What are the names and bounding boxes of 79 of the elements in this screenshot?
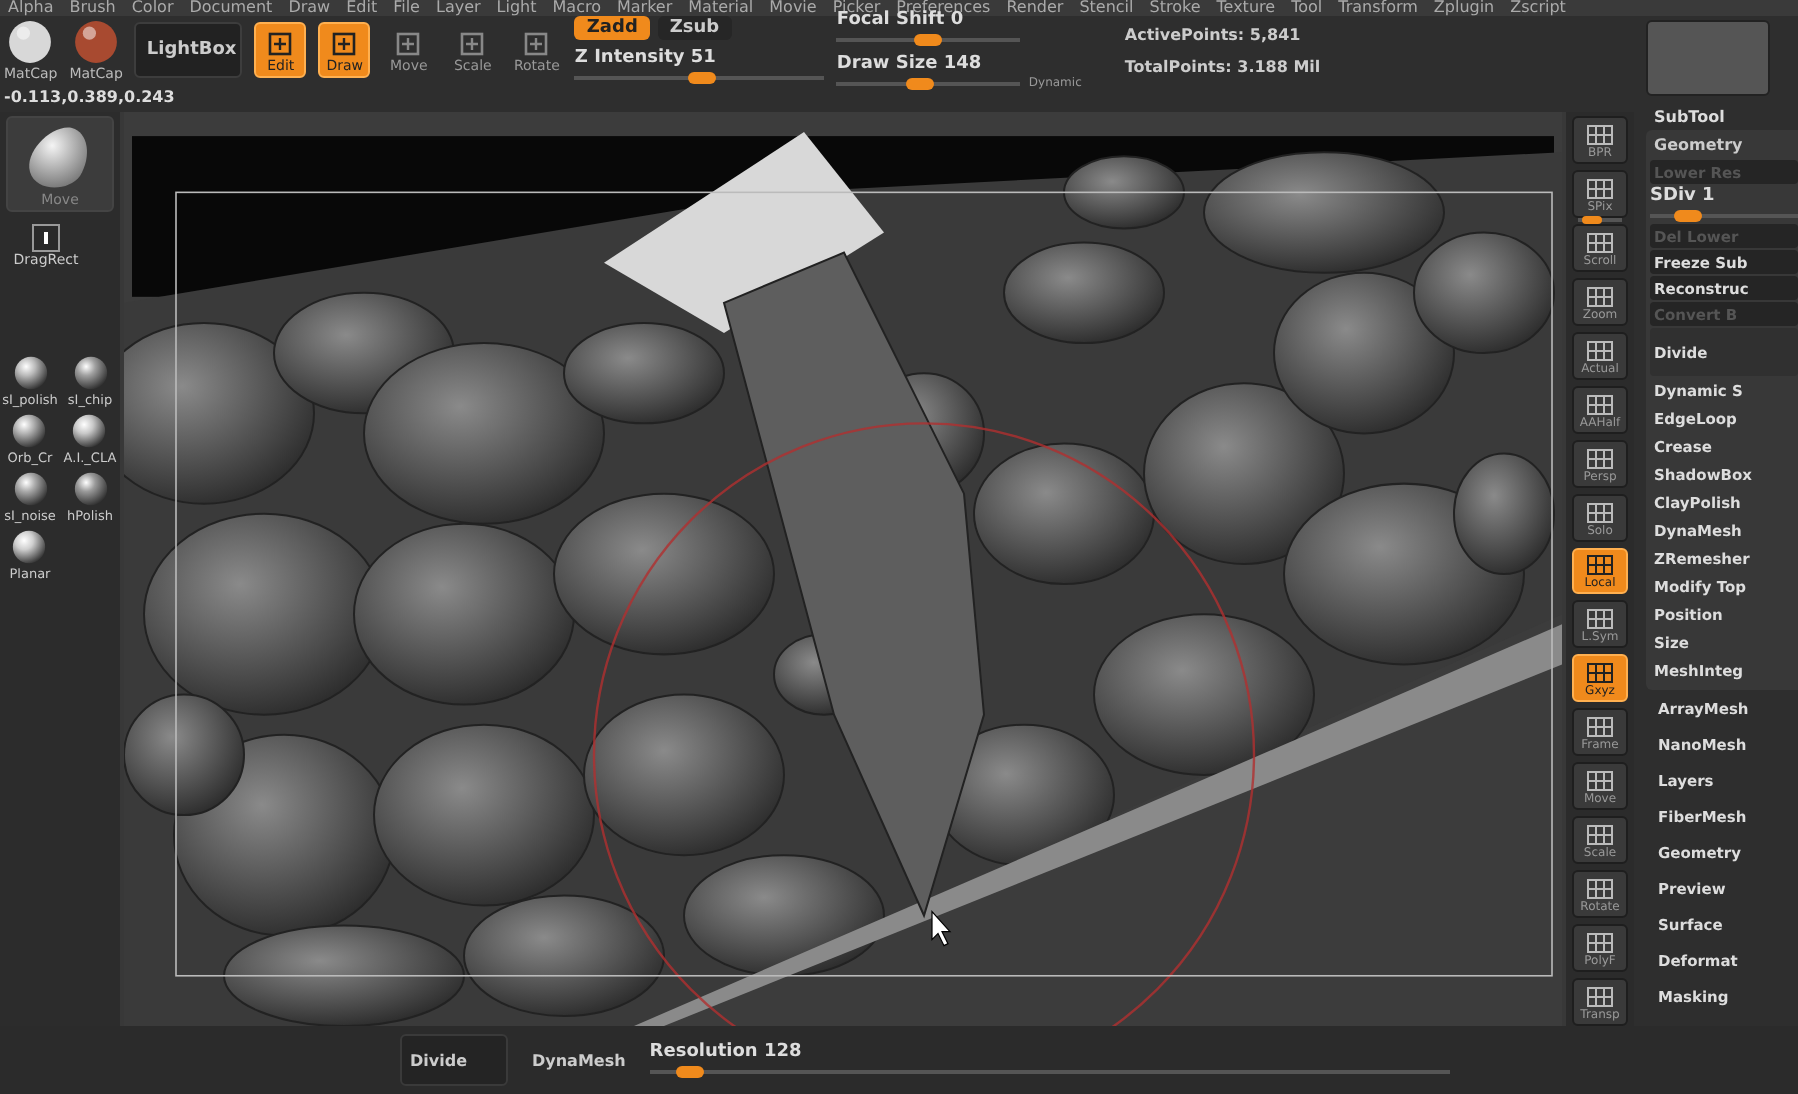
- menu-item[interactable]: Stencil: [1079, 0, 1134, 16]
- menu-item[interactable]: Transform: [1338, 0, 1418, 16]
- material-sphere-icon[interactable]: [13, 472, 47, 506]
- menu-item[interactable]: Render: [1006, 0, 1064, 16]
- menu-item[interactable]: Zscript: [1510, 0, 1566, 16]
- subtool-header[interactable]: SubTool: [1646, 104, 1798, 130]
- total-points-text: TotalPoints: 3.188 Mil: [1124, 57, 1321, 75]
- grid-icon: [1586, 878, 1614, 901]
- menu-item[interactable]: Brush: [69, 0, 116, 16]
- menu-item[interactable]: Stroke: [1149, 0, 1201, 16]
- grid-icon: [1586, 231, 1614, 254]
- material-sphere-icon[interactable]: [13, 356, 47, 390]
- material-sphere-icon[interactable]: [72, 414, 107, 448]
- grid-icon: [1586, 339, 1614, 362]
- grid-icon: [1586, 447, 1614, 470]
- grid-icon: [1586, 554, 1614, 577]
- menu-item[interactable]: Document: [189, 0, 273, 16]
- menu-item[interactable]: Texture: [1216, 0, 1276, 16]
- menu-item[interactable]: Layer: [435, 0, 481, 16]
- slider-handle[interactable]: [1581, 215, 1602, 224]
- slider-handle[interactable]: [914, 34, 943, 46]
- menu-item[interactable]: Alpha: [8, 0, 54, 16]
- menu-item[interactable]: Edit: [346, 0, 378, 16]
- material-sphere-icon[interactable]: [12, 530, 47, 564]
- menu-item[interactable]: File: [393, 0, 420, 16]
- grid-icon: [1586, 716, 1614, 739]
- menu-item[interactable]: Material: [688, 0, 754, 16]
- slider-handle[interactable]: [688, 72, 717, 84]
- slider-handle[interactable]: [905, 78, 934, 90]
- grid-icon: [1586, 985, 1614, 1008]
- slider-label: Focal Shift 0: [836, 10, 964, 30]
- tool-icon: [458, 32, 487, 56]
- lightbox-button[interactable]: LightBox: [134, 22, 243, 78]
- tool-icon: [394, 32, 423, 56]
- menu-item[interactable]: Zplugin: [1433, 0, 1495, 16]
- material-sphere-icon[interactable]: [73, 472, 107, 506]
- subtool-thumbnail[interactable]: [1646, 20, 1770, 96]
- slider-track[interactable]: [1578, 217, 1622, 222]
- grid-icon: [1586, 501, 1614, 523]
- slider-handle[interactable]: [1673, 210, 1701, 222]
- tool-icon: [522, 32, 551, 56]
- grid-icon: [1586, 608, 1614, 631]
- menu-item[interactable]: Marker: [616, 0, 673, 16]
- material-sphere-icon[interactable]: [74, 19, 119, 63]
- active-points-text: ActivePoints: 5,841: [1124, 25, 1303, 43]
- menu-item[interactable]: Picker: [832, 0, 881, 16]
- material-sphere-icon[interactable]: [8, 19, 53, 63]
- stroke-icon: [31, 224, 60, 252]
- zadd-button[interactable]: Zadd: [574, 16, 650, 40]
- menu-item[interactable]: Preferences: [896, 0, 991, 16]
- menu-item[interactable]: Draw: [288, 0, 331, 16]
- material-sphere-icon[interactable]: [73, 356, 107, 390]
- grid-icon: [1586, 770, 1614, 793]
- grid-icon: [1586, 393, 1614, 416]
- dynamesh-button[interactable]: DynaMesh: [524, 1051, 634, 1069]
- menu-item[interactable]: Movie: [769, 0, 817, 16]
- slider-label: Z Intensity 51: [574, 48, 718, 68]
- grid-icon: [1586, 662, 1614, 685]
- zsub-button[interactable]: Zsub: [657, 16, 732, 40]
- slider-handle[interactable]: [675, 1066, 704, 1078]
- menu-item[interactable]: Light: [496, 0, 537, 16]
- tool-icon: [330, 32, 359, 56]
- grid-icon: [1586, 177, 1614, 200]
- divide-button[interactable]: Divide: [400, 1034, 508, 1086]
- tool-icon: [266, 32, 295, 56]
- material-sphere-icon[interactable]: [12, 414, 47, 448]
- grid-icon: [1586, 123, 1614, 146]
- grid-icon: [1586, 285, 1614, 308]
- grid-icon: [1586, 932, 1614, 954]
- menu-item[interactable]: Macro: [552, 0, 601, 16]
- cursor-icon: [931, 909, 952, 947]
- coordinates-text: -0.113,0.389,0.243: [2, 86, 175, 110]
- slider-label: SDiv 1: [1650, 186, 1717, 206]
- grid-icon: [1586, 824, 1614, 847]
- geometry-header[interactable]: Geometry: [1650, 132, 1798, 158]
- menu-item[interactable]: Color: [131, 0, 174, 16]
- slider-label: Resolution 128: [649, 1042, 804, 1062]
- slider-label: Draw Size 148: [836, 54, 984, 74]
- menu-item[interactable]: Tool: [1291, 0, 1323, 16]
